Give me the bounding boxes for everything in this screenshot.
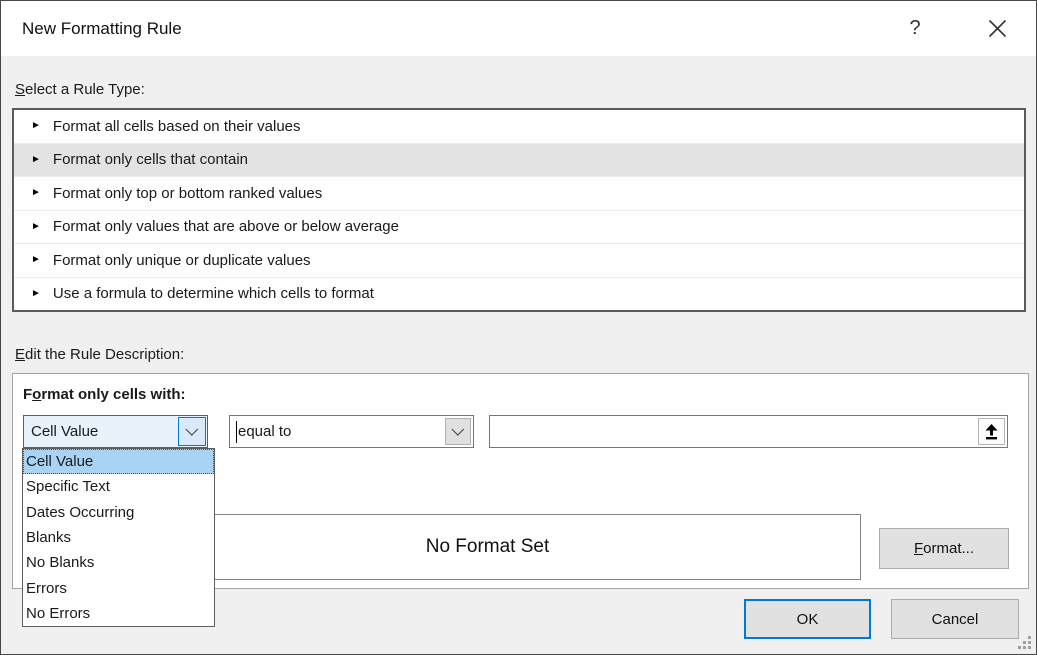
format-only-cells-with-label: Format only cells with: (23, 386, 186, 403)
rule-type-item-selected[interactable]: ► Format only cells that contain (14, 143, 1024, 177)
dropdown-option[interactable]: No Errors (23, 601, 214, 626)
dropdown-option[interactable]: Specific Text (23, 474, 214, 499)
rule-type-listbox[interactable]: ► Format all cells based on their values… (12, 108, 1026, 312)
format-button[interactable]: Format... (879, 528, 1009, 569)
rule-type-item[interactable]: ► Format all cells based on their values (14, 110, 1024, 143)
edit-rule-description-label: Edit the Rule Description: (15, 346, 184, 363)
rule-type-item[interactable]: ► Format only top or bottom ranked value… (14, 176, 1024, 210)
chevron-down-icon (451, 423, 464, 436)
right-arrow-bullet-icon: ► (31, 255, 41, 265)
dropdown-option-selected[interactable]: Cell Value (23, 449, 214, 474)
rule-type-label: Format only unique or duplicate values (53, 252, 311, 269)
format-preview-text: No Format Set (426, 536, 550, 558)
dropdown-option[interactable]: Blanks (23, 525, 214, 550)
dialog-title: New Formatting Rule (22, 1, 182, 56)
right-arrow-bullet-icon: ► (31, 121, 41, 131)
operator-combobox-value: equal to (238, 416, 291, 447)
cell-value-combobox[interactable]: Cell Value (23, 415, 208, 448)
rule-type-item[interactable]: ► Format only unique or duplicate values (14, 243, 1024, 277)
right-arrow-bullet-icon: ► (31, 188, 41, 198)
collapse-dialog-up-arrow-icon (984, 423, 999, 440)
rule-value-input[interactable] (490, 416, 974, 447)
cell-value-dropdown-list[interactable]: Cell Value Specific Text Dates Occurring… (22, 448, 215, 627)
new-formatting-rule-dialog: New Formatting Rule ? Select a Rule Type… (0, 0, 1037, 655)
titlebar[interactable]: New Formatting Rule ? (1, 1, 1036, 56)
chevron-down-icon (185, 423, 198, 436)
close-button[interactable] (979, 1, 1015, 56)
right-arrow-bullet-icon: ► (31, 289, 41, 299)
close-icon (988, 19, 1007, 38)
cancel-button[interactable]: Cancel (891, 599, 1019, 639)
ok-button[interactable]: OK (744, 599, 871, 639)
format-preview: No Format Set (114, 514, 861, 580)
operator-combobox[interactable]: equal to (229, 415, 474, 448)
rule-type-label: Format all cells based on their values (53, 118, 301, 135)
dropdown-option[interactable]: Errors (23, 575, 214, 600)
resize-grip-icon[interactable] (1028, 646, 1031, 649)
rule-type-label: Use a formula to determine which cells t… (53, 285, 374, 302)
rule-type-item[interactable]: ► Format only values that are above or b… (14, 210, 1024, 244)
dropdown-option[interactable]: Dates Occurring (23, 500, 214, 525)
collapse-dialog-button[interactable] (978, 418, 1005, 445)
operator-combobox-dropdown-button[interactable] (445, 418, 471, 445)
text-caret (236, 421, 237, 443)
right-arrow-bullet-icon: ► (31, 222, 41, 232)
rule-type-label: Format only values that are above or bel… (53, 218, 399, 235)
rule-type-item[interactable]: ► Use a formula to determine which cells… (14, 277, 1024, 311)
cell-value-combobox-dropdown-button[interactable] (178, 417, 206, 446)
rule-value-field (489, 415, 1008, 448)
right-arrow-bullet-icon: ► (31, 155, 41, 165)
help-icon: ? (909, 17, 920, 40)
rule-type-label: Format only cells that contain (53, 151, 248, 168)
rule-type-label: Format only top or bottom ranked values (53, 185, 322, 202)
cell-value-combobox-value: Cell Value (31, 416, 98, 447)
help-button[interactable]: ? (899, 1, 931, 56)
select-rule-type-label: Select a Rule Type: (15, 81, 145, 98)
dropdown-option[interactable]: No Blanks (23, 550, 214, 575)
